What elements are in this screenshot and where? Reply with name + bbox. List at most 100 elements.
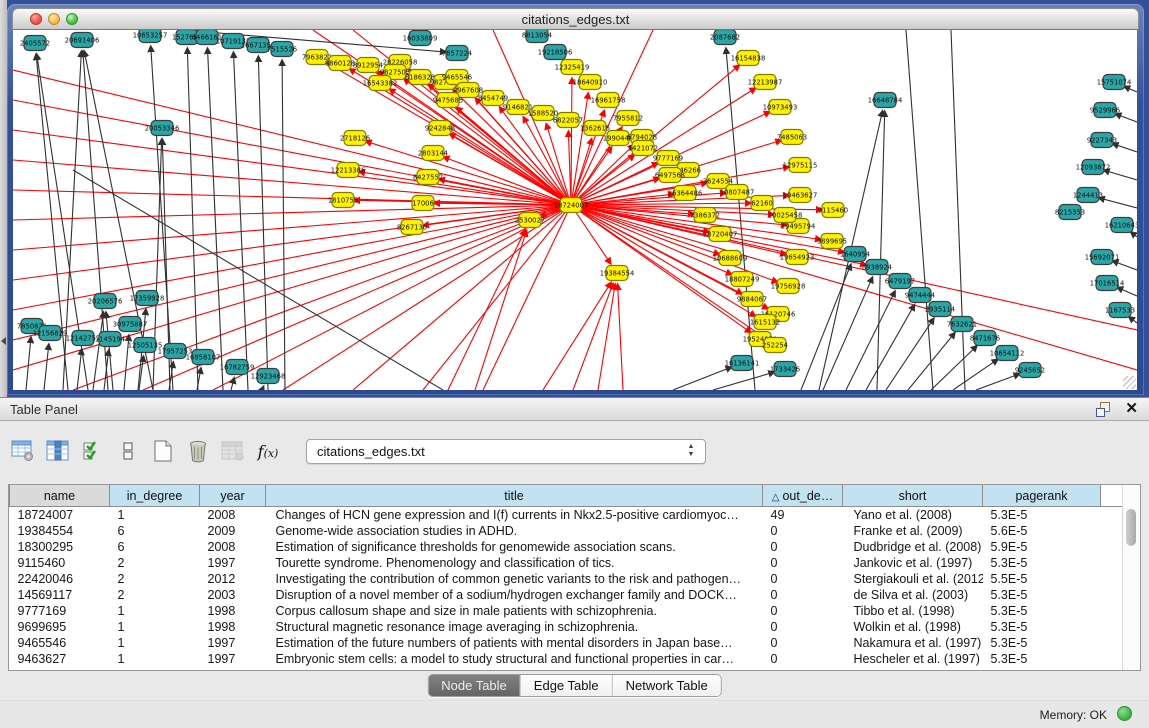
graph-node[interactable]: 19218506 (538, 45, 573, 60)
select-rows-icon[interactable] (80, 438, 106, 464)
graph-node[interactable]: 8471676 (970, 331, 1000, 346)
graph-node[interactable]: 9242848 (425, 121, 455, 136)
graph-node[interactable]: 1733426 (770, 362, 800, 377)
graph-node[interactable]: 1421072 (628, 141, 658, 156)
column-header-pagerank[interactable]: pagerank (983, 485, 1101, 507)
graph-node[interactable]: 18640910 (573, 75, 608, 90)
graph-node[interactable]: 20691406 (65, 33, 100, 48)
graph-node[interactable]: 1167533 (1105, 303, 1135, 318)
graph-node[interactable]: 12213987 (748, 75, 783, 90)
network-canvas[interactable]: 7963822886012889129542822605898275051654… (13, 30, 1137, 390)
graph-node[interactable]: 20206576 (88, 294, 123, 309)
graph-node[interactable]: 7386372 (690, 208, 720, 223)
table-row[interactable]: 969969511998Structural magnetic resonanc… (10, 619, 1124, 635)
graph-node[interactable]: 8427552 (413, 170, 443, 185)
graph-node[interactable]: 1362615 (580, 121, 610, 136)
graph-node[interactable]: 1615132 (750, 315, 780, 330)
tab-edge-table[interactable]: Edge Table (520, 675, 612, 696)
column-header-in-degree[interactable]: in_degree (110, 485, 200, 507)
column-header-year[interactable]: year (200, 485, 266, 507)
rows-icon[interactable] (115, 438, 141, 464)
graph-node[interactable]: 19756928 (771, 279, 806, 294)
graph-node[interactable]: 9474444 (905, 288, 935, 303)
graph-node[interactable]: 15692071 (1085, 250, 1120, 265)
graph-node[interactable]: 1145194 (95, 332, 125, 347)
graph-node[interactable]: 1810755 (328, 193, 358, 208)
select-columns-icon[interactable] (45, 438, 71, 464)
graph-node[interactable]: 2530027 (515, 213, 545, 228)
tab-node-table[interactable]: Node Table (428, 675, 520, 696)
table-selector-dropdown[interactable]: citations_edges.txt ▲▼ (306, 439, 706, 464)
table-scrollbar[interactable] (1122, 485, 1140, 670)
graph-node[interactable]: 30975887 (113, 317, 148, 332)
memory-status-indicator[interactable] (1117, 706, 1132, 721)
graph-node[interactable]: 10653257 (133, 30, 168, 43)
graph-node[interactable]: 16154838 (731, 51, 766, 66)
table-row[interactable]: 1872400712008Changes of HCN gene express… (10, 507, 1124, 524)
graph-node[interactable]: 1640954 (840, 247, 870, 262)
graph-node[interactable]: 8813054 (522, 30, 552, 43)
tab-network-table[interactable]: Network Table (612, 675, 721, 696)
resize-grip-icon[interactable] (1123, 376, 1136, 389)
graph-node[interactable]: 8938924 (862, 260, 892, 275)
table-row[interactable]: 946554611997Estimation of the future num… (10, 635, 1124, 651)
graph-node[interactable]: 16648784 (868, 93, 903, 108)
float-panel-icon[interactable] (1096, 402, 1111, 417)
graph-node[interactable]: 7632621 (947, 317, 977, 332)
function-builder-icon[interactable]: f(x) (255, 438, 281, 464)
collapse-arrow-icon[interactable] (1, 337, 6, 345)
graph-node[interactable]: 7955812 (613, 111, 643, 126)
close-panel-icon[interactable]: ✕ (1125, 400, 1138, 418)
graph-node[interactable]: 9245652 (1015, 363, 1045, 378)
column-header-out-degree[interactable]: △out_de… (763, 485, 843, 507)
table-row[interactable]: 977716911998Corpus callosum shape and si… (10, 603, 1124, 619)
graph-node[interactable]: 2935114 (925, 302, 955, 317)
table-row[interactable]: 946362711997Embryonic stem cells: a mode… (10, 651, 1124, 667)
table-row[interactable]: 1456911722003Disruption of a novel membe… (10, 587, 1124, 603)
graph-node[interactable]: 2803144 (418, 146, 448, 161)
table-settings-icon[interactable] (10, 438, 36, 464)
graph-node[interactable]: 9529966 (1090, 103, 1120, 118)
graph-node[interactable]: 12213386 (331, 163, 366, 178)
graph-node[interactable]: 19463627 (783, 188, 818, 203)
table-row[interactable]: 1830029562008Estimation of significance … (10, 539, 1124, 555)
graph-node[interactable]: 8912954 (353, 58, 383, 73)
table-row[interactable]: 911546021997Tourette syndrome. Phenomeno… (10, 555, 1124, 571)
table-row[interactable]: 1938455462009Genome-wide association stu… (10, 523, 1124, 539)
graph-node[interactable]: 6479197 (885, 274, 915, 289)
graph-node[interactable]: 12325419 (555, 60, 590, 75)
graph-node[interactable]: 16782759 (220, 360, 255, 375)
graph-node[interactable]: 8215353 (1055, 205, 1085, 220)
graph-node[interactable]: 16033809 (403, 31, 438, 46)
column-header-short[interactable]: short (843, 485, 983, 507)
create-table-icon[interactable] (150, 438, 176, 464)
graph-node[interactable]: 8267130 (397, 220, 427, 235)
graph-node[interactable]: 9899695 (817, 234, 847, 249)
table-scrollbar-thumb[interactable] (1126, 509, 1136, 546)
graph-node[interactable]: 9475685 (433, 93, 463, 108)
graph-node[interactable]: 1244413 (1073, 188, 1103, 203)
graph-node[interactable]: 2087682 (710, 30, 740, 45)
graph-node[interactable]: 9115460 (818, 203, 848, 218)
graph-node[interactable]: 19384554 (600, 266, 635, 281)
graph-node[interactable]: 16961758 (591, 93, 626, 108)
graph-node[interactable]: 2718126 (340, 131, 370, 146)
graph-node[interactable]: 6822057 (553, 113, 583, 128)
graph-node[interactable]: 10688609 (713, 251, 748, 266)
graph-node[interactable]: 8860128 (325, 56, 355, 71)
graph-node[interactable]: 6497568 (655, 168, 685, 183)
graph-node[interactable]: 9884067 (737, 292, 767, 307)
graph-node[interactable]: 7485063 (777, 130, 807, 145)
graph-node[interactable]: 17006 (412, 196, 434, 211)
graph-node[interactable]: 9227343 (1087, 133, 1117, 148)
graph-node[interactable]: 62160 (751, 196, 773, 211)
column-header-title[interactable]: title (266, 485, 763, 507)
graph-node[interactable]: 2405572 (20, 36, 50, 51)
graph-node[interactable]: 10654112 (990, 346, 1025, 361)
graph-node[interactable]: 7857224 (442, 46, 472, 61)
graph-node[interactable]: 12093872 (1076, 160, 1111, 175)
graph-node[interactable]: 16210643 (1105, 218, 1137, 233)
graph-node[interactable]: 12975115 (783, 158, 818, 173)
table-row[interactable]: 2242004622012Investigating the contribut… (10, 571, 1124, 587)
graph-node[interactable]: 7515526 (267, 42, 297, 57)
